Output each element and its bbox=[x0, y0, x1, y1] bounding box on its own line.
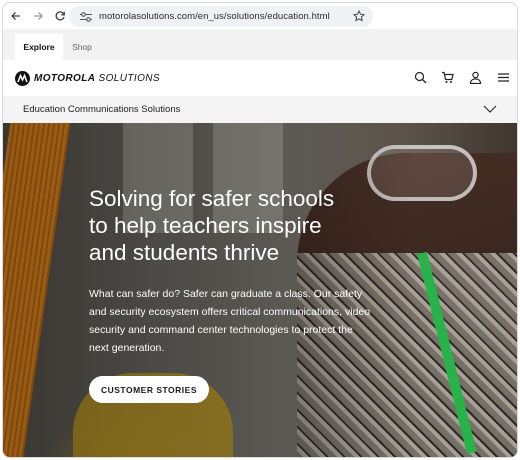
cart-icon[interactable] bbox=[441, 71, 454, 84]
logo-light-text: SOLUTIONS bbox=[98, 73, 160, 84]
back-arrow-icon[interactable] bbox=[5, 5, 27, 27]
hero-heading-line: and students thrive bbox=[89, 240, 280, 265]
bookmark-star-icon[interactable] bbox=[353, 10, 365, 22]
site-header: MOTOROLA SOLUTIONS bbox=[3, 60, 517, 96]
hero-banner: Solving for safer schools to help teache… bbox=[3, 123, 517, 457]
section-nav-bar[interactable]: Education Communications Solutions bbox=[3, 96, 517, 123]
logo-wordmark: MOTOROLA SOLUTIONS bbox=[34, 73, 160, 84]
menu-icon[interactable] bbox=[497, 71, 510, 84]
site-settings-icon[interactable] bbox=[79, 11, 93, 23]
tab-explore-label: Explore bbox=[23, 42, 55, 52]
reload-icon[interactable] bbox=[49, 5, 71, 27]
hero-heading-line: to help teachers inspire bbox=[89, 213, 322, 238]
forward-arrow-icon[interactable] bbox=[27, 5, 49, 27]
user-icon[interactable] bbox=[469, 71, 482, 84]
customer-stories-label: CUSTOMER STORIES bbox=[100, 384, 197, 395]
url-text[interactable]: motorolasolutions.com/en_us/solutions/ed… bbox=[99, 11, 330, 22]
hero-body-text: What can safer do? Safer can graduate a … bbox=[89, 288, 371, 354]
browser-window: motorolasolutions.com/en_us/solutions/ed… bbox=[2, 2, 518, 458]
hero-heading: Solving for safer schools to help teache… bbox=[89, 185, 389, 266]
hero-heading-line: Solving for safer schools bbox=[89, 186, 335, 211]
logo-bold-text: MOTOROLA bbox=[34, 73, 96, 84]
customer-stories-button[interactable]: CUSTOMER STORIES bbox=[89, 376, 209, 403]
section-title: Education Communications Solutions bbox=[23, 104, 181, 115]
motorola-logo[interactable]: MOTOROLA SOLUTIONS bbox=[15, 71, 160, 86]
site-tab-row: Explore Shop bbox=[3, 29, 517, 60]
search-icon[interactable] bbox=[414, 71, 427, 84]
tab-explore[interactable]: Explore bbox=[15, 34, 63, 60]
tab-shop[interactable]: Shop bbox=[65, 34, 99, 60]
tab-shop-label: Shop bbox=[72, 42, 92, 52]
motorola-batwing-icon bbox=[15, 71, 30, 86]
chevron-down-icon[interactable] bbox=[483, 104, 497, 114]
address-bar[interactable]: motorolasolutions.com/en_us/solutions/ed… bbox=[69, 6, 373, 27]
